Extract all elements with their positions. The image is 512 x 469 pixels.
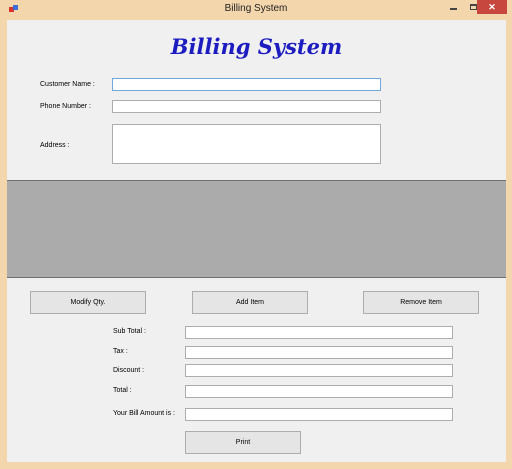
form-heading: Billing System (170, 34, 343, 59)
phone-number-input[interactable] (112, 100, 381, 113)
remove-item-button[interactable]: Remove Item (363, 291, 479, 314)
modify-qty-button[interactable]: Modify Qty. (30, 291, 146, 314)
close-button[interactable]: ✕ (477, 0, 507, 14)
title-bar[interactable]: Billing System ✕ (0, 0, 512, 20)
customer-name-label: Customer Name : (40, 81, 95, 88)
tax-field[interactable] (185, 346, 453, 359)
address-input[interactable] (112, 124, 381, 164)
subtotal-label: Sub Total : (113, 328, 146, 335)
phone-number-label: Phone Number : (40, 103, 91, 110)
tax-label: Tax : (113, 348, 128, 355)
address-label: Address : (40, 142, 70, 149)
close-icon: ✕ (488, 1, 496, 12)
items-grid[interactable] (7, 180, 506, 278)
total-field[interactable] (185, 385, 453, 398)
window-title: Billing System (224, 3, 288, 14)
form-client-area: Billing System Customer Name : Phone Num… (7, 20, 506, 462)
discount-field[interactable] (185, 364, 453, 377)
bill-amount-field[interactable] (185, 408, 453, 421)
minimize-icon (449, 8, 457, 10)
discount-label: Discount : (113, 367, 145, 374)
billing-window: Billing System ✕ Billing System Customer… (0, 0, 512, 469)
print-button[interactable]: Print (185, 431, 301, 454)
add-item-button[interactable]: Add Item (192, 291, 308, 314)
bill-amount-label: Your Bill Amount is : (113, 410, 175, 417)
subtotal-field[interactable] (185, 326, 453, 339)
total-label: Total : (113, 387, 132, 394)
maximize-icon (469, 4, 477, 10)
customer-name-input[interactable] (112, 78, 381, 91)
